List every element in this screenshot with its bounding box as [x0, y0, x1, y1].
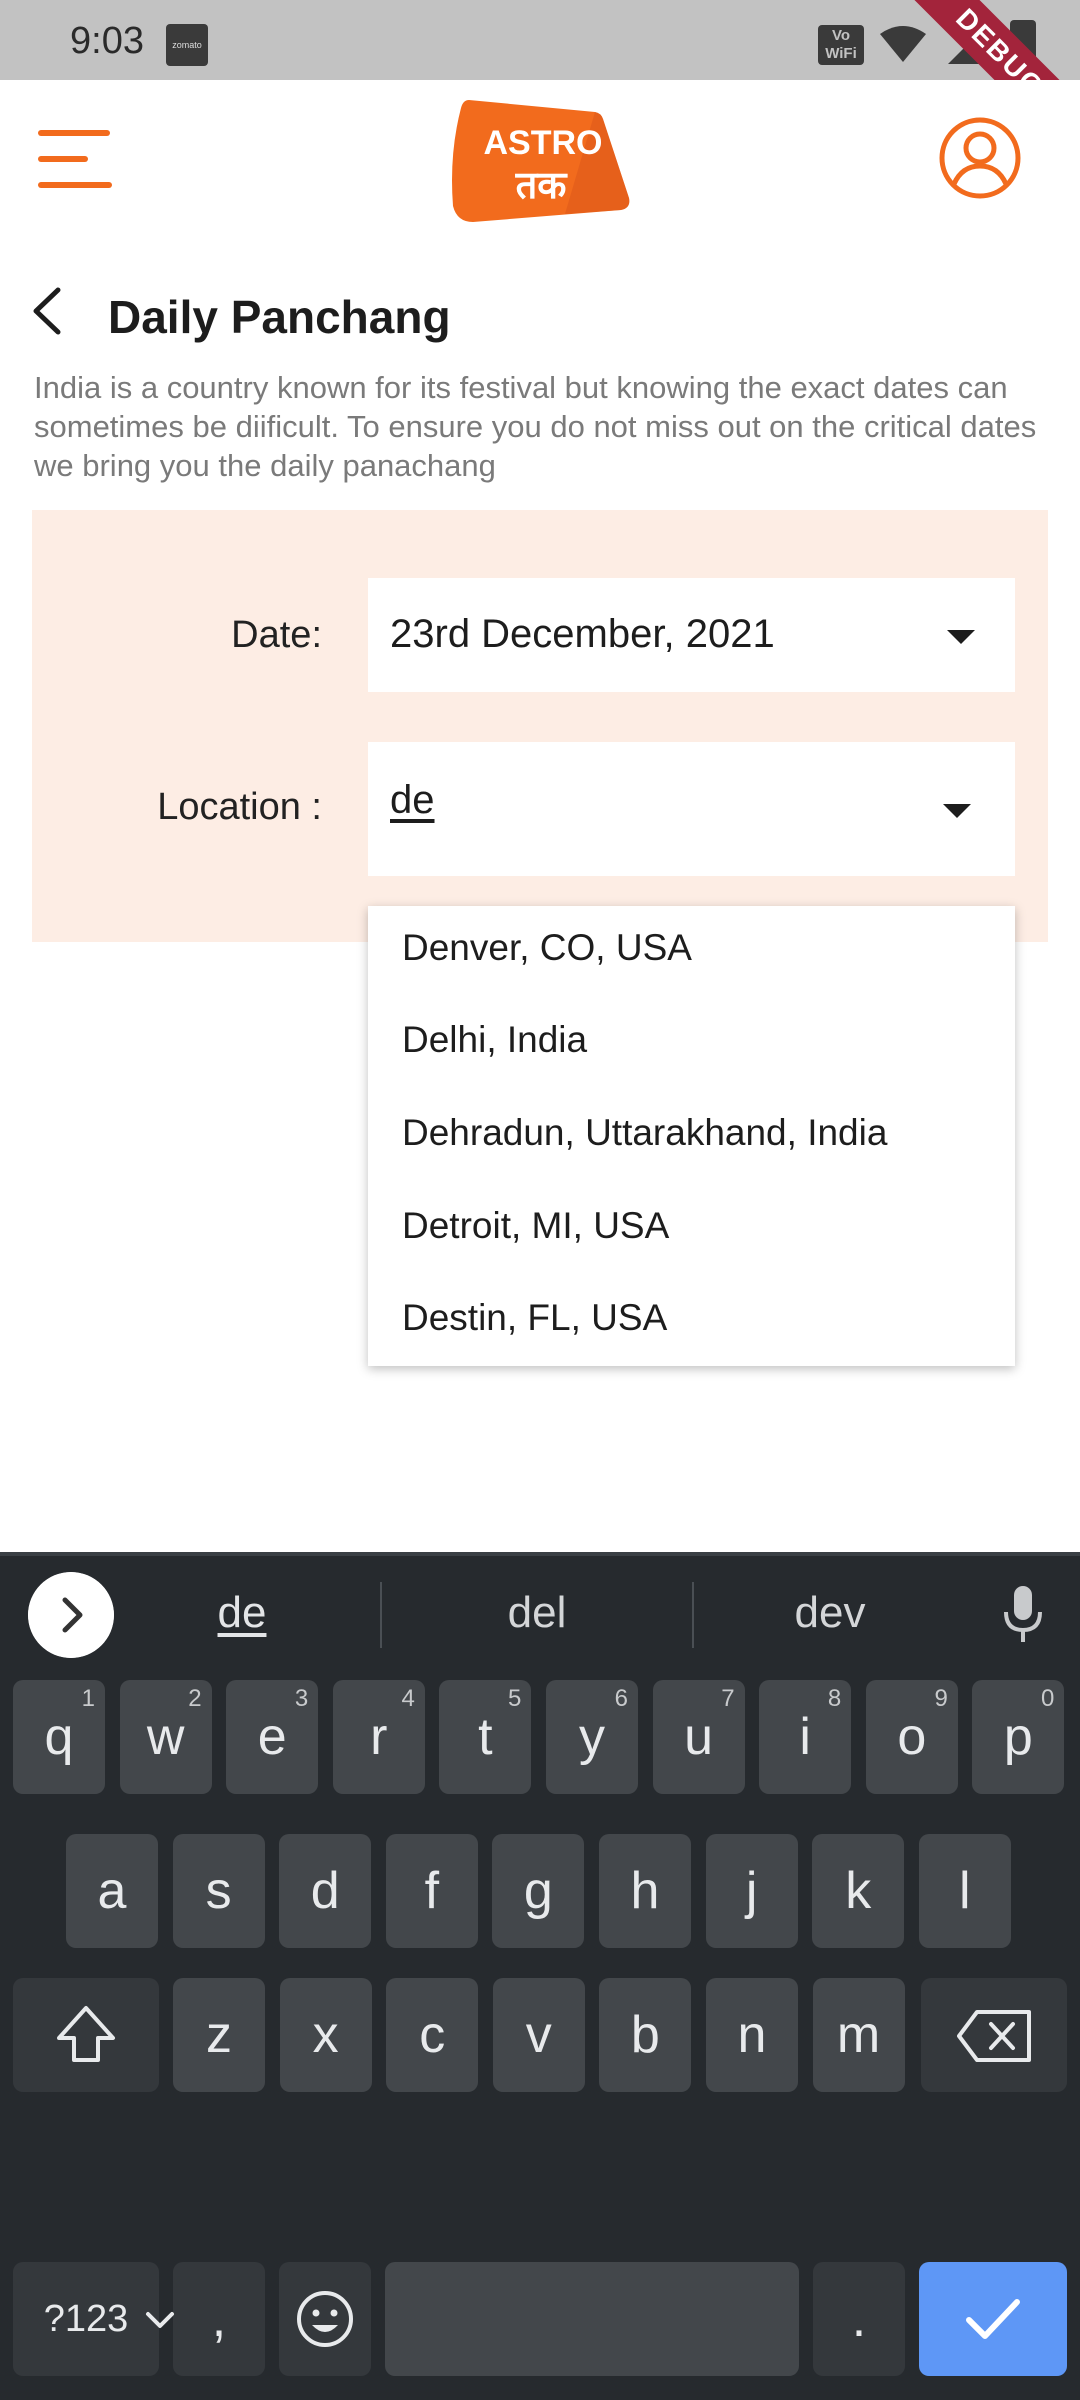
- key-c[interactable]: c: [386, 1978, 479, 2092]
- key-h[interactable]: h: [599, 1834, 691, 1948]
- key-f[interactable]: f: [385, 1834, 478, 1948]
- caret-down-icon: [947, 630, 975, 644]
- key-hint: 6: [614, 1685, 628, 1712]
- key-hint: 2: [188, 1685, 202, 1712]
- profile-icon[interactable]: [938, 116, 1022, 200]
- word-suggestion[interactable]: de: [112, 1588, 372, 1638]
- done-key[interactable]: [919, 2262, 1067, 2376]
- date-value: 23rd December, 2021: [390, 612, 775, 656]
- location-input[interactable]: de: [368, 742, 1015, 876]
- location-value: de: [390, 778, 435, 822]
- key-t[interactable]: t5: [439, 1680, 532, 1794]
- location-suggestions: Denver, CO, USA Delhi, India Dehradun, U…: [368, 906, 1015, 1366]
- shift-key[interactable]: [13, 1978, 159, 2092]
- chevron-down-icon[interactable]: [140, 2306, 180, 2336]
- key-m[interactable]: m: [812, 1978, 905, 2092]
- hamburger-menu-icon[interactable]: [38, 124, 118, 194]
- key-d[interactable]: d: [279, 1834, 372, 1948]
- key-p[interactable]: p0: [972, 1680, 1065, 1794]
- zomato-notification-icon: zomato: [166, 24, 208, 66]
- back-arrow-icon[interactable]: [28, 286, 68, 336]
- shift-icon: [57, 2006, 115, 2062]
- vowifi-icon: Vo WiFi: [818, 25, 864, 65]
- key-hint: 9: [934, 1685, 948, 1712]
- key-s[interactable]: s: [172, 1834, 265, 1948]
- key-i[interactable]: i8: [759, 1680, 852, 1794]
- suggestion-item[interactable]: Delhi, India: [402, 1010, 1002, 1070]
- key-hint: 1: [81, 1685, 95, 1712]
- key-u[interactable]: u7: [652, 1680, 745, 1794]
- key-hint: 4: [401, 1685, 415, 1712]
- key-b[interactable]: b: [599, 1978, 692, 2092]
- key-hint: 8: [827, 1685, 842, 1712]
- logo-text-top: ASTRO: [484, 124, 603, 162]
- word-suggestion[interactable]: dev: [700, 1588, 960, 1638]
- symbols-key[interactable]: ?123: [13, 2262, 159, 2376]
- panchang-form-panel: [32, 510, 1048, 942]
- key-n[interactable]: n: [706, 1978, 798, 2092]
- key-y[interactable]: y6: [546, 1680, 638, 1794]
- app-bar: ASTRO तक: [0, 80, 1080, 240]
- key-o[interactable]: o9: [865, 1680, 958, 1794]
- key-a[interactable]: a: [66, 1834, 158, 1948]
- astro-tak-logo: ASTRO तक: [452, 100, 630, 222]
- key-z[interactable]: z: [173, 1978, 265, 2092]
- key-r[interactable]: r4: [332, 1680, 425, 1794]
- wifi-icon: [880, 26, 926, 62]
- key-x[interactable]: x: [279, 1978, 372, 2092]
- suggestion-item[interactable]: Detroit, MI, USA: [402, 1196, 1002, 1256]
- status-time: 9:03: [70, 20, 144, 62]
- period-key[interactable]: .: [813, 2262, 905, 2376]
- date-dropdown[interactable]: 23rd December, 2021: [368, 578, 1015, 692]
- comma-key[interactable]: ,: [173, 2262, 265, 2376]
- key-v[interactable]: v: [492, 1978, 585, 2092]
- page-title: Daily Panchang: [108, 291, 451, 343]
- on-screen-keyboard: de del dev q1w2e3r4t5y6u7i8o9p0 asdfghjk…: [0, 1552, 1080, 2400]
- emoji-key[interactable]: [279, 2262, 371, 2376]
- suggestion-divider: [692, 1582, 694, 1648]
- suggestion-divider: [380, 1582, 382, 1648]
- date-label: Date:: [231, 614, 322, 656]
- key-e[interactable]: e3: [226, 1680, 319, 1794]
- page-description: India is a country known for its festiva…: [34, 370, 1037, 483]
- backspace-key[interactable]: [921, 1978, 1067, 2092]
- key-hint: 7: [721, 1685, 735, 1712]
- word-suggestion[interactable]: del: [407, 1588, 667, 1638]
- key-k[interactable]: k: [812, 1834, 905, 1948]
- key-hint: 3: [294, 1685, 309, 1712]
- key-l[interactable]: l: [918, 1834, 1011, 1948]
- chevron-right-icon[interactable]: [28, 1572, 114, 1658]
- spacebar[interactable]: [385, 2262, 799, 2376]
- logo-text-bottom: तक: [515, 163, 569, 207]
- key-w[interactable]: w2: [119, 1680, 212, 1794]
- suggestion-item[interactable]: Dehradun, Uttarakhand, India: [402, 1103, 1002, 1163]
- key-hint: 5: [508, 1685, 522, 1712]
- status-bar: 9:03 zomato Vo WiFi: [0, 0, 1080, 80]
- suggestion-item[interactable]: Destin, FL, USA: [402, 1288, 1002, 1348]
- emoji-icon: [297, 2291, 353, 2347]
- checkmark-icon: [966, 2299, 1020, 2339]
- keyboard-divider: [0, 1552, 1080, 1556]
- caret-down-icon[interactable]: [943, 804, 971, 818]
- location-label: Location :: [157, 786, 322, 828]
- key-hint: 0: [1041, 1685, 1055, 1712]
- key-j[interactable]: j: [705, 1834, 798, 1948]
- backspace-icon: [957, 2010, 1031, 2062]
- suggestion-item[interactable]: Denver, CO, USA: [402, 918, 1002, 978]
- key-q[interactable]: q1: [13, 1680, 105, 1794]
- key-g[interactable]: g: [492, 1834, 585, 1948]
- microphone-icon[interactable]: [998, 1584, 1048, 1646]
